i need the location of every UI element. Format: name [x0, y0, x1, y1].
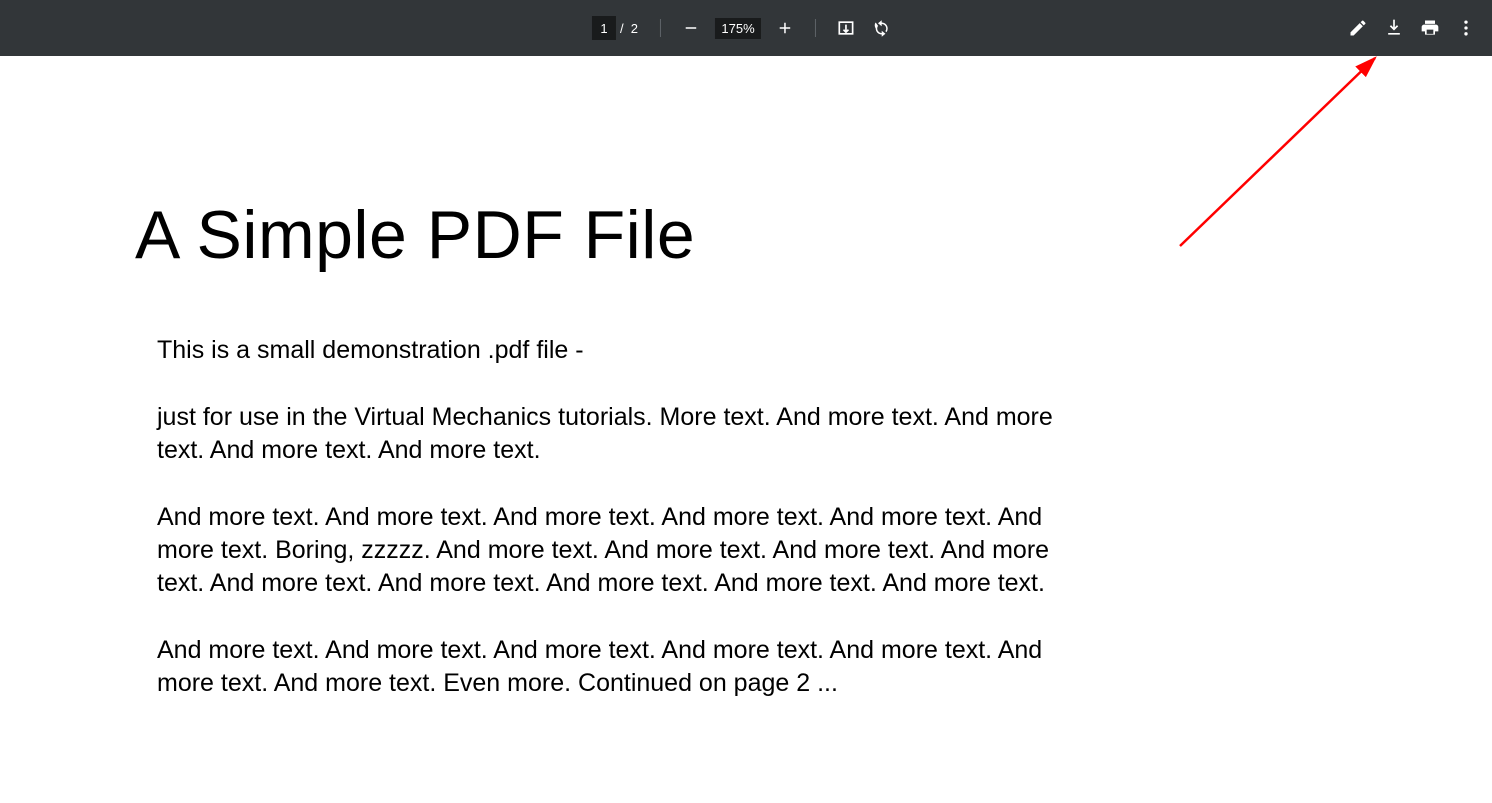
toolbar-center-group: / 2 175% [592, 0, 900, 56]
edit-button[interactable] [1340, 10, 1376, 46]
document-viewport[interactable]: A Simple PDF File This is a small demons… [0, 56, 1492, 803]
download-button[interactable] [1376, 10, 1412, 46]
plus-icon [776, 19, 794, 37]
document-paragraph: This is a small demonstration .pdf file … [157, 334, 1055, 367]
document-paragraph: And more text. And more text. And more t… [157, 501, 1055, 600]
pencil-icon [1348, 18, 1368, 38]
annotation-arrow [1170, 56, 1390, 256]
document-paragraph: And more text. And more text. And more t… [157, 634, 1055, 700]
page-total-label: / 2 [620, 21, 638, 36]
zoom-in-button[interactable] [767, 10, 803, 46]
zoom-level-display[interactable]: 175% [715, 18, 761, 39]
zoom-out-button[interactable] [673, 10, 709, 46]
pdf-toolbar: / 2 175% [0, 0, 1492, 56]
more-vertical-icon [1456, 18, 1476, 38]
download-icon [1384, 18, 1404, 38]
print-button[interactable] [1412, 10, 1448, 46]
minus-icon [682, 19, 700, 37]
document-paragraph: just for use in the Virtual Mechanics tu… [157, 401, 1055, 467]
page-number-input[interactable] [592, 16, 616, 40]
print-icon [1420, 18, 1440, 38]
pdf-page-content: A Simple PDF File This is a small demons… [135, 196, 1055, 734]
rotate-button[interactable] [864, 10, 900, 46]
fit-page-icon [836, 18, 856, 38]
divider [815, 19, 816, 37]
rotate-icon [872, 18, 892, 38]
toolbar-right-group [1340, 0, 1484, 56]
more-options-button[interactable] [1448, 10, 1484, 46]
fit-to-page-button[interactable] [828, 10, 864, 46]
document-title: A Simple PDF File [135, 196, 1055, 274]
divider [660, 19, 661, 37]
